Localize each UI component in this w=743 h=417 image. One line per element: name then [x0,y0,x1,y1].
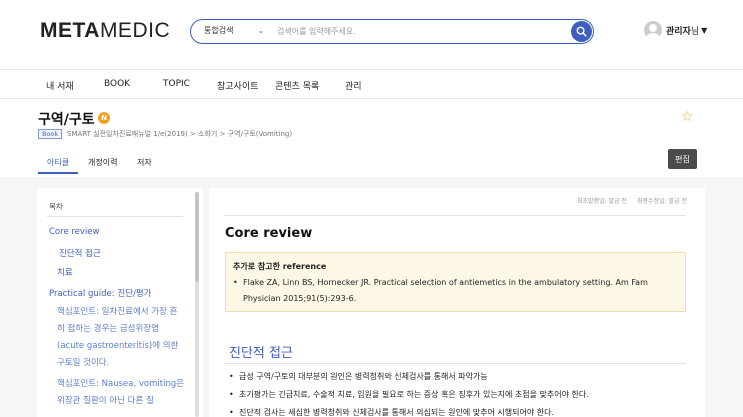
divider [225,363,686,364]
article-body: 최초발행일: 발급 전 최종수정일: 발급 전 Core review 추가로 참… [209,188,705,417]
bullet-icon: • [233,278,238,287]
tab-authors[interactable]: 저자 [137,157,152,168]
header: METAMEDIC 통합검색 ⌄ 관리자 님 ▼ [0,0,743,66]
search-bar: 통합검색 ⌄ [190,19,594,44]
section-heading-diagnostic-approach: 진단적 접근 [229,346,293,361]
search-button[interactable] [571,21,592,42]
nav-item-topic[interactable]: TOPIC [163,79,190,89]
main-nav: 내 서재 BOOK TOPIC 참고사이트 콘텐츠 목록 관리 [0,69,743,99]
page-title: 구역/구토 [38,112,95,128]
divider [224,215,686,216]
nav-item-book[interactable]: BOOK [104,79,130,89]
toc-scrollbar[interactable] [195,192,199,417]
toc-item-keypoint-1[interactable]: 핵심포인트: 일차진료에서 가장 흔히 접하는 경우는 급성위장염(acute … [57,304,185,372]
reference-text: Flake ZA, Linn BS, Hornecker JR. Practic… [243,278,648,303]
core-review-heading: Core review [225,226,313,241]
bullet-icon: • [229,372,234,381]
nav-item-library[interactable]: 내 서재 [46,79,74,92]
tab-article[interactable]: 아티클 [47,157,69,168]
publish-dates: 최초발행일: 발급 전 최종수정일: 발급 전 [567,196,687,205]
nav-item-content-list[interactable]: 콘텐츠 목록 [275,79,319,92]
search-icon [576,26,587,37]
search-scope-select[interactable]: 통합검색 ⌄ [204,25,264,36]
list-item: • 초기평가는 긴급치료, 수술적 치료, 입원을 필요로 하는 증상 혹은 징후… [229,389,589,400]
toc-item-diagnostic-approach[interactable]: 진단적 접근 [59,247,101,259]
table-of-contents: 목차 Core review 진단적 접근 치료 Practical guide… [37,188,203,417]
divider [47,216,183,217]
user-menu[interactable]: 관리자 님 ▼ [644,21,707,39]
book-tag: Book [38,129,63,139]
reference-title: 추가로 참고한 reference [233,262,327,271]
edit-button[interactable]: 편집 [668,149,697,169]
toc-heading: 목차 [49,202,63,211]
toc-scrollbar-thumb[interactable] [195,192,199,282]
list-item: • 진단적 검사는 세심한 병력청취와 신체검사를 통해서 의심되는 원인에 맞추… [229,407,554,417]
list-item-text: 진단적 검사는 세심한 병력청취와 신체검사를 통해서 의심되는 원인에 맞추어… [239,408,555,417]
tab-revision-history[interactable]: 개정이력 [88,157,117,168]
new-badge: N [98,112,110,124]
tab-active-indicator [38,172,78,174]
chevron-down-icon: ⌄ [257,26,265,35]
user-name: 관리자 [666,26,691,37]
list-item-text: 급성 구역/구토의 대부분의 원인은 병력청취와 신체검사를 통해서 파악가능 [239,372,488,381]
search-scope-label: 통합검색 [204,26,234,35]
star-icon[interactable]: ☆ [681,109,694,125]
first-published-date: 최초발행일: 발급 전 [577,198,627,205]
bullet-icon: • [229,390,234,399]
toc-item-keypoint-2[interactable]: 핵심포인트: Nausea, vomiting은 위장관 질환이 아닌 다른 질 [57,376,185,410]
toc-item-treatment[interactable]: 치료 [57,266,73,278]
search-input[interactable] [277,23,547,39]
logo-meta: META [40,19,100,42]
bullet-icon: • [229,408,234,417]
list-item: • 급성 구역/구토의 대부분의 원인은 병력청취와 신체검사를 통해서 파악가능 [229,371,488,382]
logo-medic: MEDIC [99,19,171,42]
list-item-text: 초기평가는 긴급치료, 수술적 치료, 입원을 필요로 하는 증상 혹은 징후가… [239,390,589,399]
logo[interactable]: METAMEDIC [40,19,170,43]
toc-item-core-review[interactable]: Core review [49,227,100,237]
avatar-icon [644,21,662,39]
breadcrumb: SMART 실전일차진료매뉴얼 1/e(2019) > 소화기 > 구역/구토(… [67,130,293,138]
nav-item-admin[interactable]: 관리 [345,79,362,92]
reference-box: 추가로 참고한 reference • Flake ZA, Linn BS, H… [225,252,686,312]
caret-down-icon: ▼ [701,25,708,35]
user-suffix: 님 [690,26,700,37]
toc-item-practical-guide[interactable]: Practical guide: 진단/평가 [49,287,151,299]
last-modified-date: 최종수정일: 발급 전 [637,198,687,205]
nav-item-reference-sites[interactable]: 참고사이트 [217,79,258,92]
